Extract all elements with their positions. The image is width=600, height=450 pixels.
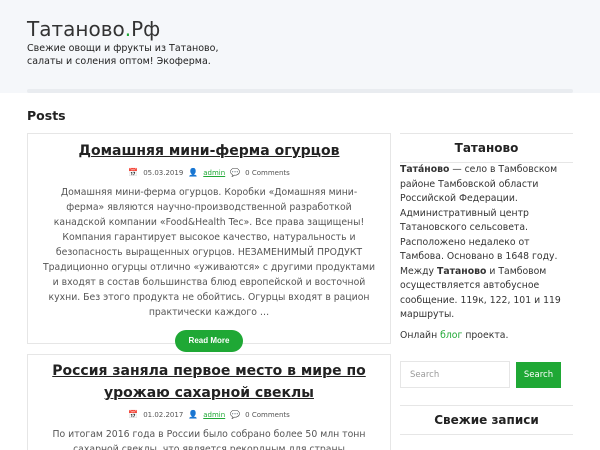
search-input[interactable] [400,361,510,388]
post-card: Домашняя мини-ферма огурцов 📅 05.03.2019… [27,133,391,352]
post-author-link[interactable]: admin [203,411,225,419]
blog-link[interactable]: блог [440,330,462,341]
post-excerpt: Домашняя мини-ферма огурцов. Коробки «До… [42,187,376,318]
post-card: Россия заняла первое место в мире по уро… [27,354,391,450]
post-meta: 📅 05.03.2019 👤 admin 💬 0 Comments [28,168,390,177]
widget-title-tatanovo: Татаново [400,133,573,163]
comments-icon: 💬 [230,168,241,177]
comments-icon: 💬 [230,410,241,419]
about-bold-name: Тата́ново [400,164,450,175]
read-more-button[interactable]: Read More [175,330,243,352]
calendar-icon: 📅 [128,410,139,419]
search-button[interactable]: Search [516,362,561,388]
post-comments-link[interactable]: 0 Comments [245,169,290,177]
user-icon: 👤 [188,168,199,177]
about-text: Тата́ново — село в Тамбовском районе Там… [400,163,573,323]
header-divider [27,89,573,93]
site-header: Татаново.Рф Свежие овощи и фрукты из Тат… [0,0,600,93]
site-title-tail: Рф [131,17,161,41]
post-excerpt: По итогам 2016 года в России было собран… [52,429,366,450]
online-suffix: проекта. [462,330,509,341]
site-title[interactable]: Татаново.Рф [27,17,160,41]
about-bold-name-2: Татаново [437,265,487,277]
site-description: Свежие овощи и фрукты из Татаново, салат… [27,43,219,67]
post-date: 05.03.2019 [143,168,184,177]
posts-heading: Posts [27,108,66,123]
online-blog-text: Онлайн блог проекта. [400,330,573,341]
post-meta: 📅 01.02.2017 👤 admin 💬 0 Comments [28,410,390,419]
post-author-link[interactable]: admin [203,169,225,177]
post-title-link[interactable]: Домашняя мини-ферма огурцов [28,140,390,162]
post-comments-link[interactable]: 0 Comments [245,411,290,419]
calendar-icon: 📅 [128,168,139,177]
online-prefix: Онлайн [400,330,441,341]
widget-title-recent-posts: Свежие записи [400,405,573,435]
site-title-main: Татаново [27,17,125,41]
about-text-part1: — село в Тамбовском районе Тамбовской об… [400,164,558,277]
post-title-link[interactable]: Россия заняла первое место в мире по уро… [28,360,390,404]
post-date: 01.02.2017 [143,410,184,419]
user-icon: 👤 [188,410,199,419]
